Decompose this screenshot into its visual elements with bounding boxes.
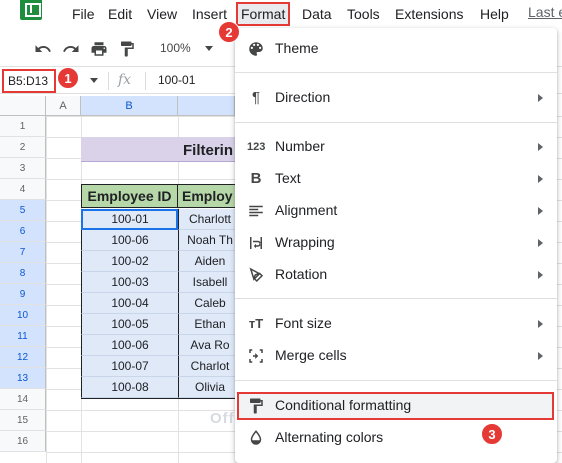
name-box-caret-icon[interactable] [90,78,98,83]
wrap-icon [250,237,262,249]
redo-icon[interactable] [62,40,80,58]
menu-item-label: Number [275,138,325,154]
menu-help[interactable]: Help [478,4,511,24]
menu-item-label: Conditional formatting [275,397,412,413]
bold-icon: B [250,170,262,187]
menu-item-label: Wrapping [275,234,335,250]
divider [145,72,146,90]
active-cell-outline [81,209,178,230]
row-header[interactable]: 9 [0,284,46,305]
print-icon[interactable] [90,40,108,58]
row-header[interactable]: 13 [0,368,46,389]
format-menu-theme[interactable]: Theme [235,33,557,65]
menu-item-label: Alignment [275,202,338,218]
submenu-arrow-icon [538,239,543,247]
row-header[interactable]: 14 [0,389,46,410]
drop-icon [250,430,262,445]
submenu-arrow-icon [538,271,543,279]
column-header-a[interactable]: A [46,96,81,116]
zoom-select[interactable]: 100% [160,41,191,55]
divider [108,72,109,90]
format-menu-conditional-formatting[interactable]: Conditional formatting [235,390,557,422]
align-left-icon [249,205,263,217]
menu-divider [235,72,557,73]
submenu-arrow-icon [538,352,543,360]
format-menu-alternating-colors[interactable]: Alternating colors [235,422,557,454]
fx-icon: fx [118,72,132,88]
paint-roller-icon [250,398,263,414]
menu-insert[interactable]: Insert [190,4,229,24]
menu-file[interactable]: File [70,4,97,24]
row-header[interactable]: 5 [0,200,46,221]
step-badge-1: 1 [57,67,79,89]
merge-icon [249,349,263,363]
format-menu-text[interactable]: B Text [235,163,557,195]
name-box[interactable]: B5:D13 [2,69,56,93]
row-header[interactable]: 11 [0,326,46,347]
menu-item-label: Direction [275,89,331,105]
submenu-arrow-icon [538,320,543,328]
menu-divider [235,298,557,299]
number-format-icon: 123 [247,141,266,153]
zoom-caret-icon[interactable] [205,46,213,51]
menu-item-label: Merge cells [275,347,347,363]
menu-item-label: Text [275,170,301,186]
row-header[interactable]: 2 [0,137,46,158]
format-menu-direction[interactable]: ¶ Direction [235,82,557,114]
menu-divider [235,122,557,123]
table-header-employee-id[interactable]: Employee ID [81,184,178,208]
rotation-icon [249,267,264,283]
format-menu-font-size[interactable]: тT Font size [235,308,557,340]
paint-format-icon[interactable] [118,40,136,58]
format-menu-dropdown: Theme ¶ Direction 123 Number B Text Alig… [235,28,557,463]
format-menu-rotation[interactable]: Rotation [235,259,557,291]
column-header-b[interactable]: B [81,96,178,116]
menu-bar: File Edit View Insert Format Data Tools … [0,0,562,30]
menu-item-label: Font size [275,315,332,331]
submenu-arrow-icon [538,175,543,183]
step-badge-2: 2 [218,21,240,43]
menu-item-label: Rotation [275,266,328,282]
selection-range [81,209,241,399]
row-header[interactable]: 1 [0,116,46,137]
menu-data[interactable]: Data [300,4,334,24]
menu-edit[interactable]: Edit [106,4,134,24]
step-badge-3: 3 [481,423,503,445]
sheets-logo-icon[interactable] [0,0,46,26]
menu-extensions[interactable]: Extensions [393,4,465,24]
pilcrow-icon: ¶ [251,89,261,106]
submenu-arrow-icon [538,207,543,215]
formula-input[interactable]: 100-01 [158,73,195,87]
menu-format[interactable]: Format [236,2,291,26]
row-header[interactable]: 3 [0,158,46,179]
format-menu-wrapping[interactable]: Wrapping [235,227,557,259]
menu-tools[interactable]: Tools [345,4,382,24]
table-header-employee-name[interactable]: Employ [177,184,241,208]
row-header[interactable]: 7 [0,242,46,263]
format-menu-merge-cells[interactable]: Merge cells [235,340,557,372]
row-header[interactable]: 10 [0,305,46,326]
font-size-icon: тT [248,316,264,331]
format-menu-number[interactable]: 123 Number [235,131,557,163]
menu-view[interactable]: View [145,4,179,24]
submenu-arrow-icon [538,143,543,151]
row-header[interactable]: 6 [0,221,46,242]
palette-icon [249,42,263,56]
menu-item-label: Alternating colors [275,429,384,445]
row-header[interactable]: 12 [0,347,46,368]
select-all-corner[interactable] [0,96,46,116]
sheet-title: Filterin [183,142,234,159]
submenu-arrow-icon [538,94,543,102]
row-header[interactable]: 15 [0,410,46,431]
menu-divider [235,380,557,381]
column-header-c[interactable] [178,96,235,116]
row-header[interactable]: 4 [0,179,46,200]
last-edit-link[interactable]: Last e [528,4,562,20]
format-menu-alignment[interactable]: Alignment [235,195,557,227]
undo-icon[interactable] [34,40,52,58]
row-header[interactable]: 8 [0,263,46,284]
menu-item-label: Theme [275,40,319,56]
row-header[interactable]: 16 [0,431,46,452]
